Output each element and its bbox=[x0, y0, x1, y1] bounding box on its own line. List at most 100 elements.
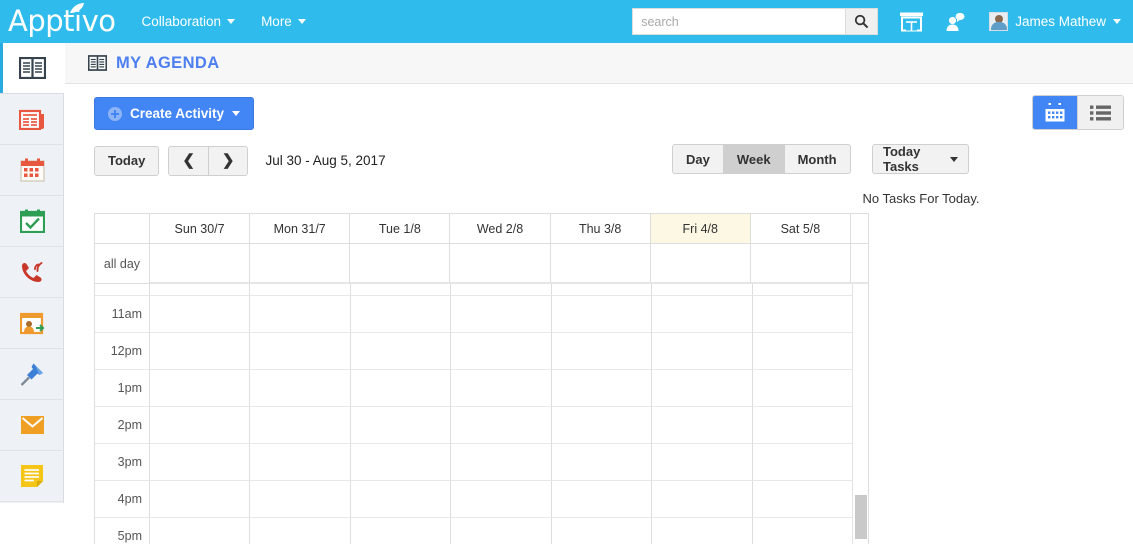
time-slot-cell[interactable] bbox=[652, 518, 753, 544]
time-slot-cell[interactable] bbox=[451, 370, 552, 407]
sidebar-item-calls[interactable] bbox=[0, 247, 64, 298]
sidebar-item-notes[interactable] bbox=[0, 451, 64, 502]
time-slot-cell[interactable] bbox=[150, 333, 251, 370]
sidebar-item-calendar[interactable] bbox=[0, 145, 64, 196]
time-slot-cell[interactable] bbox=[652, 444, 753, 481]
time-slot-cell[interactable] bbox=[551, 481, 653, 518]
time-slot-cell[interactable] bbox=[451, 407, 552, 444]
time-slot-cell[interactable] bbox=[451, 333, 552, 370]
time-slot-cell[interactable] bbox=[451, 284, 552, 296]
time-slot-cell[interactable] bbox=[752, 481, 853, 518]
time-slot-cell[interactable] bbox=[451, 444, 552, 481]
sidebar-item-contacts[interactable] bbox=[0, 298, 64, 349]
time-slot-cell[interactable] bbox=[752, 296, 853, 333]
time-slot-cell[interactable] bbox=[451, 296, 552, 333]
time-slot-cell[interactable] bbox=[150, 444, 251, 481]
sidebar-item-email[interactable] bbox=[0, 400, 64, 451]
time-slot-cell[interactable] bbox=[552, 518, 653, 544]
all-day-cell[interactable] bbox=[750, 244, 851, 284]
all-day-cell[interactable] bbox=[450, 244, 551, 284]
brand-logo[interactable]: Apptivo bbox=[8, 3, 116, 36]
all-day-cell[interactable] bbox=[550, 244, 651, 284]
time-slot-cell[interactable] bbox=[551, 284, 653, 296]
time-slot-cell[interactable] bbox=[752, 370, 853, 407]
day-header-mon[interactable]: Mon 31/7 bbox=[250, 214, 351, 244]
view-day-button[interactable]: Day bbox=[672, 144, 724, 174]
create-activity-button[interactable]: Create Activity bbox=[94, 97, 255, 130]
time-slot-cell[interactable] bbox=[652, 407, 753, 444]
main-content: MY AGENDA Create Activity Today ❮ ❯ Jul … bbox=[65, 43, 1133, 544]
time-slot-cell[interactable] bbox=[350, 296, 452, 333]
time-slot-cell[interactable] bbox=[350, 444, 452, 481]
all-day-cell[interactable] bbox=[350, 244, 451, 284]
time-slot-cell[interactable] bbox=[350, 407, 452, 444]
time-slot-cell[interactable] bbox=[250, 296, 351, 333]
view-month-button[interactable]: Month bbox=[783, 144, 851, 174]
search-input[interactable] bbox=[632, 8, 846, 35]
time-slot-cell[interactable] bbox=[350, 333, 452, 370]
time-slot-cell[interactable] bbox=[752, 444, 853, 481]
time-slot-cell[interactable] bbox=[250, 444, 351, 481]
day-header-thu[interactable]: Thu 3/8 bbox=[550, 214, 651, 244]
time-slot-cell[interactable] bbox=[150, 370, 251, 407]
time-slot-cell[interactable] bbox=[350, 481, 452, 518]
time-slot-cell[interactable] bbox=[551, 370, 653, 407]
user-chat-button[interactable] bbox=[945, 12, 965, 32]
time-slot-cell[interactable] bbox=[652, 333, 753, 370]
day-header-sun[interactable]: Sun 30/7 bbox=[150, 214, 251, 244]
calendar-vertical-scrollbar[interactable] bbox=[852, 284, 868, 544]
next-week-button[interactable]: ❯ bbox=[207, 145, 249, 176]
time-slot-cell[interactable] bbox=[652, 296, 753, 333]
time-slot-cell[interactable] bbox=[350, 284, 452, 296]
time-slot-cell[interactable] bbox=[551, 296, 653, 333]
day-header-fri[interactable]: Fri 4/8 bbox=[650, 214, 751, 244]
time-slot-cell[interactable] bbox=[150, 518, 251, 544]
day-header-sat[interactable]: Sat 5/8 bbox=[750, 214, 851, 244]
search-button[interactable] bbox=[845, 8, 879, 35]
time-slot-cell[interactable] bbox=[451, 481, 552, 518]
time-slot-cell[interactable] bbox=[350, 370, 452, 407]
today-button[interactable]: Today bbox=[94, 145, 160, 176]
prev-week-button[interactable]: ❮ bbox=[168, 145, 209, 176]
time-slot-cell[interactable] bbox=[150, 481, 251, 518]
time-slot-cell[interactable] bbox=[451, 518, 552, 544]
sidebar-item-agenda[interactable] bbox=[0, 43, 64, 94]
marketplace-button[interactable] bbox=[900, 12, 924, 32]
calendar-scrollbar-thumb[interactable] bbox=[855, 495, 867, 539]
time-slot-cell[interactable] bbox=[652, 370, 753, 407]
time-slot-cell[interactable] bbox=[752, 333, 853, 370]
time-slot-cell[interactable] bbox=[250, 370, 351, 407]
time-slot-cell[interactable] bbox=[250, 481, 351, 518]
sidebar-item-news[interactable] bbox=[0, 94, 64, 145]
all-day-cell[interactable] bbox=[150, 244, 251, 284]
time-slot-cell[interactable] bbox=[752, 284, 853, 296]
day-header-tue[interactable]: Tue 1/8 bbox=[350, 214, 451, 244]
sidebar-item-tasks[interactable] bbox=[0, 196, 64, 247]
time-slot-cell[interactable] bbox=[150, 284, 251, 296]
time-slot-cell[interactable] bbox=[551, 333, 653, 370]
nav-more[interactable]: More bbox=[261, 14, 306, 29]
day-header-wed[interactable]: Wed 2/8 bbox=[450, 214, 551, 244]
time-slot-cell[interactable] bbox=[351, 518, 452, 544]
time-slot-cell[interactable] bbox=[150, 296, 251, 333]
today-tasks-button[interactable]: Today Tasks bbox=[872, 144, 969, 174]
time-slot-cell[interactable] bbox=[150, 407, 251, 444]
time-slot-cell[interactable] bbox=[551, 407, 653, 444]
time-slot-cell[interactable] bbox=[551, 444, 653, 481]
time-slot-cell[interactable] bbox=[250, 518, 351, 544]
user-menu[interactable]: James Mathew bbox=[989, 12, 1121, 31]
all-day-cell[interactable] bbox=[650, 244, 751, 284]
time-slot-cell[interactable] bbox=[652, 284, 753, 296]
time-slot-cell[interactable] bbox=[752, 407, 853, 444]
list-view-button[interactable] bbox=[1078, 96, 1123, 129]
time-slot-cell[interactable] bbox=[250, 407, 351, 444]
time-slot-cell[interactable] bbox=[250, 333, 351, 370]
time-slot-cell[interactable] bbox=[753, 518, 853, 544]
time-slot-cell[interactable] bbox=[250, 284, 351, 296]
view-week-button[interactable]: Week bbox=[722, 144, 785, 174]
nav-collaboration[interactable]: Collaboration bbox=[142, 14, 236, 29]
time-slot-cell[interactable] bbox=[652, 481, 753, 518]
calendar-view-button[interactable] bbox=[1033, 96, 1078, 129]
sidebar-item-pinned[interactable] bbox=[0, 349, 64, 400]
all-day-cell[interactable] bbox=[250, 244, 351, 284]
